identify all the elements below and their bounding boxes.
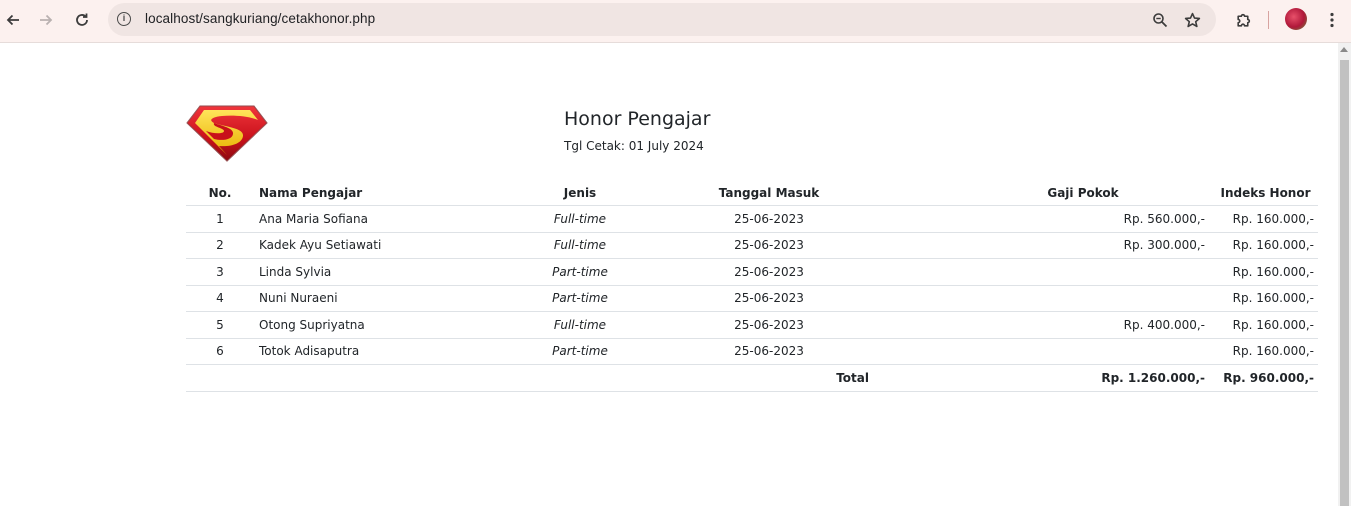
table-row: 3 Linda Sylvia Part-time 25-06-2023 Rp. … bbox=[186, 258, 1318, 286]
scroll-thumb[interactable] bbox=[1340, 60, 1349, 506]
star-icon[interactable] bbox=[1181, 9, 1203, 31]
cell-jenis: Part-time bbox=[495, 285, 665, 312]
url-text[interactable]: localhost/sangkuriang/cetakhonor.php bbox=[145, 11, 375, 26]
profile-avatar[interactable] bbox=[1285, 8, 1307, 30]
cell-indeks: Rp. 160.000,- bbox=[1213, 285, 1318, 312]
cell-nama: Otong Supriyatna bbox=[254, 311, 495, 339]
cell-nama: Kadek Ayu Setiawati bbox=[254, 232, 495, 259]
cell-indeks: Rp. 160.000,- bbox=[1213, 232, 1318, 259]
back-button[interactable] bbox=[0, 7, 26, 33]
cell-tanggal: 25-06-2023 bbox=[665, 205, 873, 233]
superman-logo bbox=[186, 105, 268, 162]
header-nama: Nama Pengajar bbox=[254, 180, 495, 206]
cell-tanggal: 25-06-2023 bbox=[665, 338, 873, 365]
table-row: 6 Totok Adisaputra Part-time 25-06-2023 … bbox=[186, 338, 1318, 365]
cell-no: 3 bbox=[186, 258, 254, 286]
header-tanggal: Tanggal Masuk bbox=[665, 180, 873, 206]
cell-jenis: Part-time bbox=[495, 258, 665, 286]
table-row: 4 Nuni Nuraeni Part-time 25-06-2023 Rp. … bbox=[186, 285, 1318, 312]
arrow-left-icon bbox=[6, 14, 19, 26]
puzzle-icon[interactable] bbox=[1230, 7, 1256, 33]
cell-indeks: Rp. 160.000,- bbox=[1213, 338, 1318, 365]
cell-jenis: Part-time bbox=[495, 338, 665, 365]
print-date: Tgl Cetak: 01 July 2024 bbox=[564, 139, 704, 153]
cell-indeks: Rp. 160.000,- bbox=[1213, 205, 1318, 233]
cell-tanggal: 25-06-2023 bbox=[665, 311, 873, 339]
table-row: 2 Kadek Ayu Setiawati Full-time 25-06-20… bbox=[186, 232, 1318, 259]
cell-no: 6 bbox=[186, 338, 254, 365]
cell-jenis: Full-time bbox=[495, 205, 665, 233]
cell-tanggal: 25-06-2023 bbox=[665, 285, 873, 312]
reload-icon bbox=[76, 13, 88, 26]
cell-jenis: Full-time bbox=[495, 311, 665, 339]
forward-button[interactable] bbox=[33, 7, 59, 33]
cell-no: 4 bbox=[186, 285, 254, 312]
address-bar[interactable]: i localhost/sangkuriang/cetakhonor.php bbox=[108, 3, 1216, 36]
table-row: 5 Otong Supriyatna Full-time 25-06-2023 … bbox=[186, 311, 1318, 339]
cell-nama: Totok Adisaputra bbox=[254, 338, 495, 365]
browser-toolbar: i localhost/sangkuriang/cetakhonor.php bbox=[0, 0, 1351, 43]
header-jenis: Jenis bbox=[495, 180, 665, 206]
cell-no: 2 bbox=[186, 232, 254, 259]
scroll-up-arrow[interactable] bbox=[1340, 47, 1348, 52]
report-title: Honor Pengajar bbox=[564, 108, 711, 130]
cell-gaji: Rp. 400.000,- bbox=[873, 311, 1213, 339]
cell-no: 1 bbox=[186, 205, 254, 233]
arrow-right-icon bbox=[40, 14, 53, 26]
kebab-menu-icon[interactable] bbox=[1319, 7, 1345, 33]
total-gaji: Rp. 1.260.000,- bbox=[873, 364, 1213, 392]
total-label: Total bbox=[186, 364, 873, 392]
total-row: Total Rp. 1.260.000,- Rp. 960.000,- bbox=[186, 364, 1318, 392]
cell-gaji: Rp. 300.000,- bbox=[873, 232, 1213, 259]
cell-jenis: Full-time bbox=[495, 232, 665, 259]
cell-gaji: Rp. 560.000,- bbox=[873, 205, 1213, 233]
cell-indeks: Rp. 160.000,- bbox=[1213, 258, 1318, 286]
cell-nama: Linda Sylvia bbox=[254, 258, 495, 286]
header-indeks: Indeks Honor bbox=[1213, 180, 1318, 206]
cell-gaji bbox=[873, 285, 1213, 312]
table-header-row: No. Nama Pengajar Jenis Tanggal Masuk Ga… bbox=[186, 180, 1318, 206]
toolbar-separator bbox=[1268, 11, 1269, 29]
cell-no: 5 bbox=[186, 311, 254, 339]
cell-nama: Nuni Nuraeni bbox=[254, 285, 495, 312]
total-indeks: Rp. 960.000,- bbox=[1213, 364, 1318, 392]
reload-button[interactable] bbox=[69, 7, 95, 33]
honor-table: No. Nama Pengajar Jenis Tanggal Masuk Ga… bbox=[186, 180, 1318, 392]
table-row: 1 Ana Maria Sofiana Full-time 25-06-2023… bbox=[186, 205, 1318, 233]
header-no: No. bbox=[186, 180, 254, 206]
cell-tanggal: 25-06-2023 bbox=[665, 232, 873, 259]
cell-nama: Ana Maria Sofiana bbox=[254, 205, 495, 233]
cell-gaji bbox=[873, 338, 1213, 365]
cell-indeks: Rp. 160.000,- bbox=[1213, 311, 1318, 339]
page-scrollbar[interactable] bbox=[1338, 43, 1351, 506]
header-gaji: Gaji Pokok bbox=[873, 180, 1213, 206]
cell-gaji bbox=[873, 258, 1213, 286]
info-icon[interactable]: i bbox=[117, 12, 131, 26]
cell-tanggal: 25-06-2023 bbox=[665, 258, 873, 286]
zoom-icon[interactable] bbox=[1149, 9, 1171, 31]
